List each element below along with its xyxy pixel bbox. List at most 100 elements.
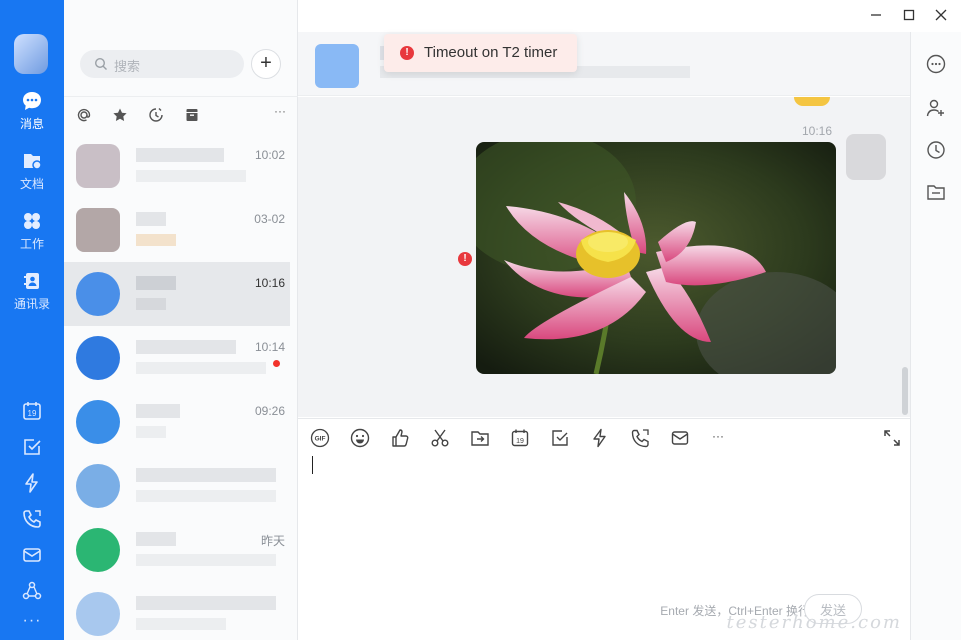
folder-icon[interactable] xyxy=(926,182,946,202)
emoji-icon[interactable] xyxy=(350,428,370,448)
send-error-icon[interactable]: ! xyxy=(458,252,472,266)
conversation-item[interactable] xyxy=(64,454,290,518)
blurred-preview xyxy=(136,362,266,374)
task-check-icon[interactable] xyxy=(21,436,43,458)
conversation-list: 搜索 + ··· 10:02 03-02 10:16 10:14 09:26 昨… xyxy=(64,0,358,640)
blurred-name xyxy=(136,468,276,482)
add-button[interactable]: + xyxy=(251,49,281,79)
my-avatar[interactable] xyxy=(846,134,886,180)
folder-send-icon[interactable] xyxy=(470,428,490,448)
search-placeholder: 搜索 xyxy=(114,59,141,74)
text-caret xyxy=(312,456,313,474)
chat-avatar[interactable] xyxy=(315,44,359,88)
nav-label: 工作 xyxy=(19,237,44,251)
avatar xyxy=(76,272,120,316)
nav-label: 消息 xyxy=(19,117,44,131)
conversation-time: 10:16 xyxy=(254,276,285,290)
filter-bar: ··· xyxy=(64,96,298,132)
conversation-item-selected[interactable]: 10:16 xyxy=(64,262,290,326)
nav-item-contacts[interactable]: 通讯录 xyxy=(0,270,64,312)
thumbs-up-icon[interactable] xyxy=(390,428,410,448)
message-scrollbar[interactable] xyxy=(902,367,908,415)
avatar xyxy=(76,208,120,252)
apps-grid-icon xyxy=(24,213,40,229)
mention-icon[interactable] xyxy=(76,107,92,123)
blurred-preview xyxy=(136,298,166,310)
clock-reminder-icon[interactable] xyxy=(148,107,164,123)
expand-icon[interactable] xyxy=(882,428,902,448)
mail-icon[interactable] xyxy=(670,428,690,448)
toolbar-more-button[interactable]: ··· xyxy=(712,429,724,443)
message-input[interactable]: Enter 发送，Ctrl+Enter 换行 发送 testerhome.com xyxy=(298,454,910,640)
blurred-preview xyxy=(136,170,246,182)
document-icon xyxy=(24,154,42,170)
blurred-preview xyxy=(136,554,276,566)
watermark: testerhome.com xyxy=(726,612,902,633)
blurred-name xyxy=(136,212,166,226)
image-message[interactable] xyxy=(476,142,836,374)
blurred-preview xyxy=(136,426,166,438)
calendar-day: 19 xyxy=(516,438,524,445)
conversation-item[interactable]: 03-02 xyxy=(64,198,290,262)
avatar xyxy=(76,592,120,636)
conversation-item[interactable] xyxy=(64,582,290,640)
search-input[interactable]: 搜索 xyxy=(80,50,244,78)
blurred-preview xyxy=(136,618,226,630)
add-member-icon[interactable] xyxy=(926,98,946,118)
conversation-item[interactable]: 10:14 xyxy=(64,326,290,390)
nav-item-messages[interactable]: 消息 xyxy=(0,90,64,132)
conversation-item[interactable]: 昨天 xyxy=(64,518,290,582)
error-toast: ! Timeout on T2 timer xyxy=(384,34,577,72)
conversation-time: 10:14 xyxy=(254,340,285,354)
conversation-item[interactable]: 10:02 xyxy=(64,134,290,198)
right-rail xyxy=(910,32,961,640)
maximize-icon[interactable] xyxy=(900,6,918,24)
nav-label: 文档 xyxy=(19,177,44,191)
message-area: 10:16 ! xyxy=(298,97,910,417)
phone-icon[interactable] xyxy=(21,508,43,530)
mail-icon[interactable] xyxy=(21,544,43,566)
blurred-name xyxy=(136,404,180,418)
conversation-item[interactable]: 09:26 xyxy=(64,390,290,454)
close-icon[interactable] xyxy=(932,6,950,24)
calendar-icon[interactable]: 19 xyxy=(510,428,530,448)
avatar xyxy=(76,144,120,188)
lotus-photo xyxy=(476,142,836,374)
avatar xyxy=(76,464,120,508)
chat-panel: 10:16 ! GIF 19 ··· Enter 发送，Ctrl+Enter 换… xyxy=(298,0,910,640)
avatar xyxy=(76,528,120,572)
avatar xyxy=(76,400,120,444)
lightning-icon[interactable] xyxy=(590,428,610,448)
user-avatar[interactable] xyxy=(14,34,48,74)
task-check-icon[interactable] xyxy=(550,428,570,448)
lightning-icon[interactable] xyxy=(21,472,43,494)
calendar-day: 19 xyxy=(28,409,37,418)
more-dots-icon[interactable]: ··· xyxy=(0,612,64,630)
star-icon[interactable] xyxy=(112,107,128,123)
blurred-preview xyxy=(136,234,176,246)
blurred-name xyxy=(136,340,236,354)
phone-icon[interactable] xyxy=(630,428,650,448)
gif-label: GIF xyxy=(315,436,326,443)
archive-icon[interactable] xyxy=(184,107,200,123)
org-network-icon[interactable] xyxy=(21,580,43,602)
blurred-name xyxy=(136,596,276,610)
search-icon xyxy=(94,57,107,70)
nav-item-work[interactable]: 工作 xyxy=(0,210,64,252)
left-nav: 消息 文档 工作 通讯录 19 ··· xyxy=(0,0,64,640)
conversation-time: 10:02 xyxy=(254,148,285,162)
filter-more-button[interactable]: ··· xyxy=(274,104,286,118)
scissors-icon[interactable] xyxy=(430,428,450,448)
nav-item-docs[interactable]: 文档 xyxy=(0,150,64,192)
chat-bubble-icon xyxy=(23,92,41,110)
blurred-preview xyxy=(136,490,276,502)
minimize-icon[interactable] xyxy=(867,6,885,24)
compose-toolbar: GIF 19 ··· xyxy=(298,418,910,454)
more-options-icon[interactable] xyxy=(926,54,946,74)
gif-icon[interactable]: GIF xyxy=(310,428,330,448)
calendar-icon[interactable]: 19 xyxy=(21,400,43,422)
conversation-time: 09:26 xyxy=(254,404,285,418)
avatar xyxy=(76,336,120,380)
emoji-sticker xyxy=(794,97,830,106)
history-clock-icon[interactable] xyxy=(926,140,946,160)
